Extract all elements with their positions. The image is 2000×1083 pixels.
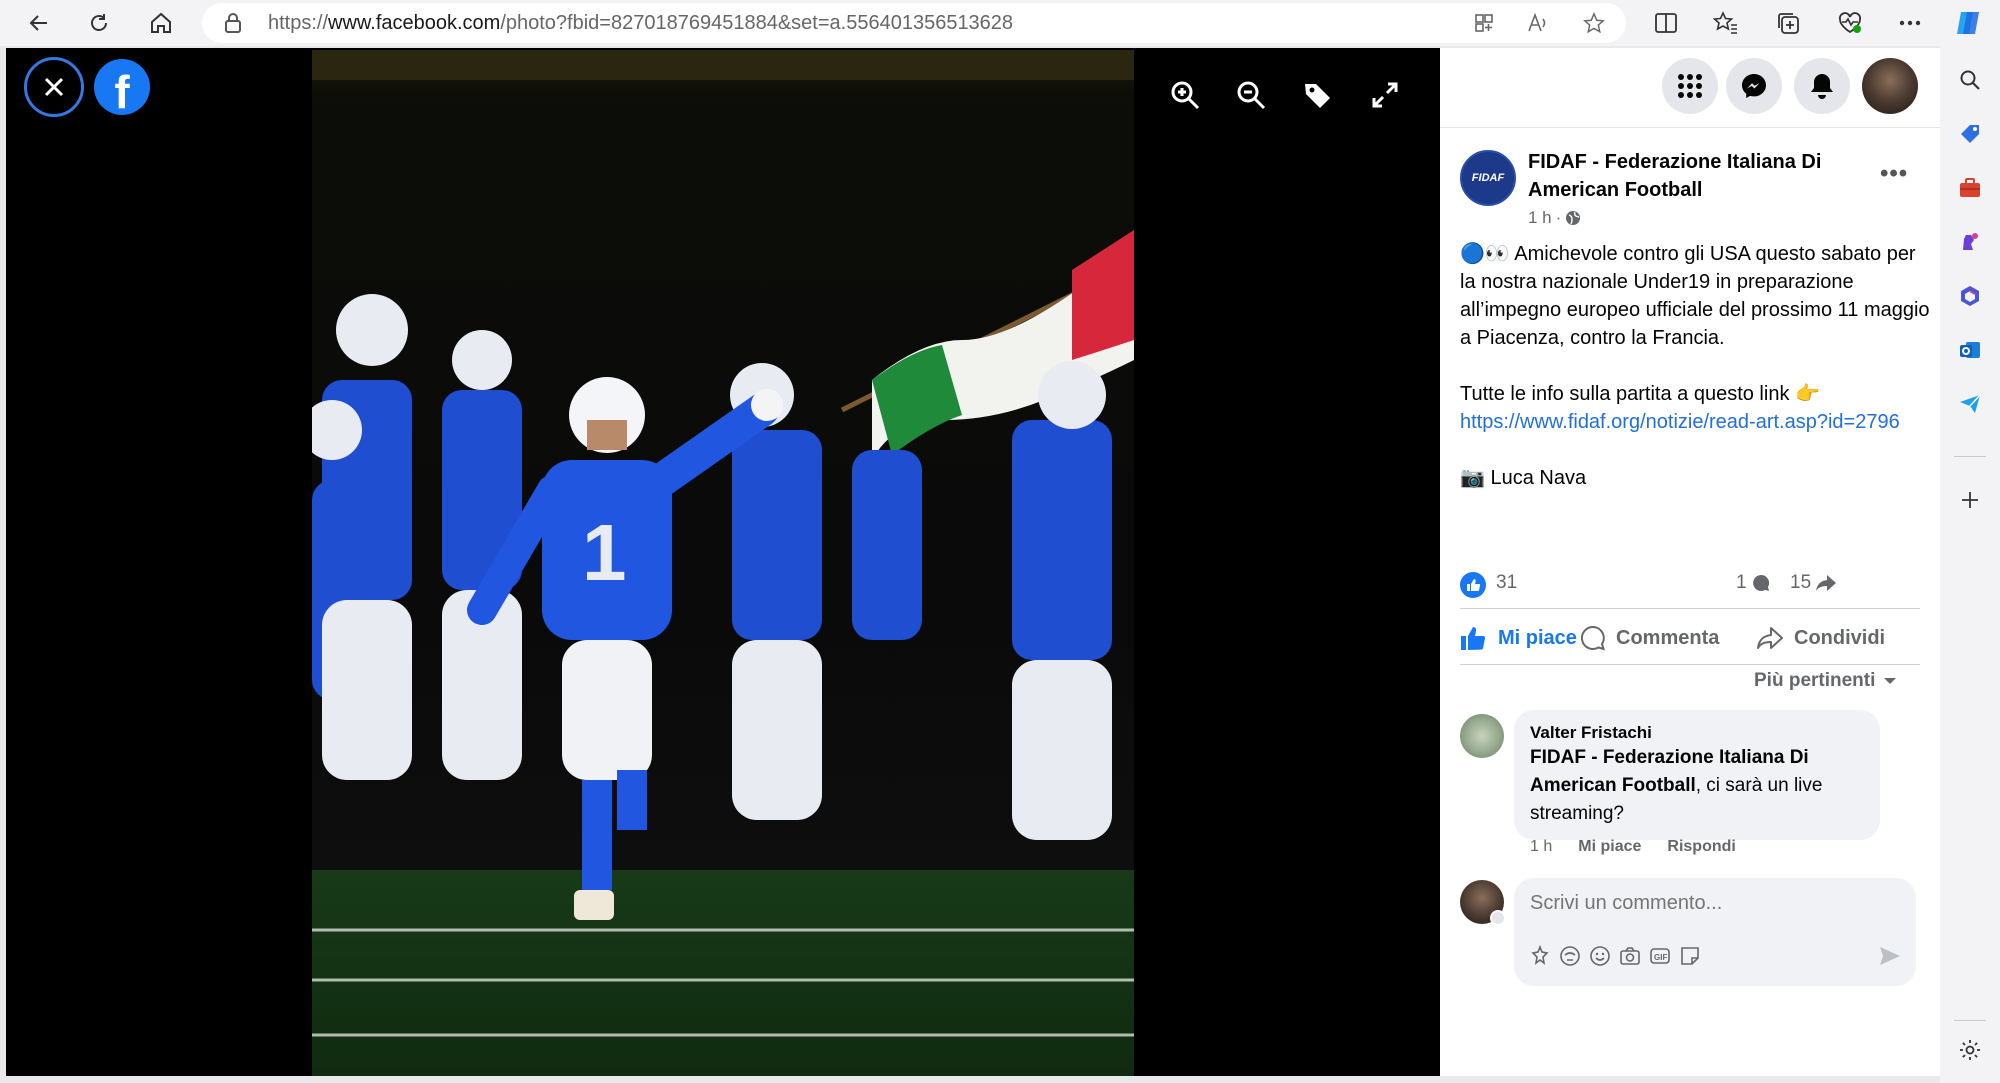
app-available-icon[interactable] bbox=[1472, 11, 1496, 35]
split-screen-icon[interactable] bbox=[1650, 7, 1682, 39]
football-team-photo: 1 bbox=[312, 50, 1134, 1076]
comment-sort-dropdown[interactable]: Più pertinenti bbox=[1754, 670, 1897, 692]
likes-count[interactable]: 31 bbox=[1496, 572, 1517, 594]
like-button[interactable]: Mi piace bbox=[1460, 620, 1577, 656]
tag-icon[interactable] bbox=[1300, 78, 1334, 112]
svg-text:GIF: GIF bbox=[1654, 953, 1667, 962]
bell-icon bbox=[1811, 74, 1833, 99]
back-icon[interactable] bbox=[22, 6, 56, 40]
page-name[interactable]: FIDAF - Federazione Italiana Di American… bbox=[1528, 148, 1858, 204]
zoom-in-icon[interactable] bbox=[1168, 78, 1202, 112]
comment-time[interactable]: 1 h bbox=[1530, 838, 1552, 856]
globe-icon bbox=[1566, 211, 1581, 225]
share-arrow-icon bbox=[1816, 575, 1837, 591]
post-meta: 1 h · bbox=[1528, 208, 1581, 228]
camera-icon[interactable] bbox=[1618, 944, 1642, 968]
grid-icon bbox=[1678, 74, 1702, 98]
fullscreen-icon[interactable] bbox=[1368, 78, 1402, 112]
post-time[interactable]: 1 h bbox=[1528, 208, 1552, 228]
more-menu-icon[interactable] bbox=[1894, 7, 1926, 39]
my-avatar[interactable] bbox=[1460, 880, 1506, 926]
games-icon[interactable] bbox=[1956, 228, 1984, 256]
shopping-tag-icon[interactable] bbox=[1956, 120, 1984, 148]
comment-button[interactable]: Commenta bbox=[1580, 620, 1719, 656]
photo-viewer: 1 f bbox=[6, 48, 1440, 1076]
settings-icon[interactable] bbox=[1956, 1036, 1984, 1064]
shares-count[interactable]: 15 bbox=[1790, 572, 1837, 594]
post-paragraph: 🔵👀 Amichevole contro gli USA questo saba… bbox=[1460, 243, 1930, 349]
chevron-down-icon bbox=[1884, 678, 1897, 684]
post-paragraph: Tutte le info sulla partita a questo lin… bbox=[1460, 383, 1900, 433]
zoom-out-icon[interactable] bbox=[1234, 78, 1268, 112]
send-icon[interactable] bbox=[1956, 390, 1984, 418]
search-icon[interactable] bbox=[1956, 66, 1984, 94]
home-icon[interactable] bbox=[144, 6, 178, 40]
tools-briefcase-icon[interactable] bbox=[1956, 174, 1984, 202]
share-button[interactable]: Condividi bbox=[1756, 620, 1885, 656]
post-photo[interactable]: 1 bbox=[312, 50, 1134, 1076]
header-icons bbox=[1440, 48, 1940, 128]
comment-icon bbox=[1581, 625, 1605, 651]
comment-actions: 1 h Mi piace Rispondi bbox=[1530, 838, 1736, 856]
facebook-logo[interactable]: f bbox=[94, 59, 150, 118]
comment-bubble-icon bbox=[1752, 574, 1769, 591]
collections-icon[interactable] bbox=[1772, 7, 1804, 39]
more-options-icon[interactable]: ••• bbox=[1880, 160, 1908, 188]
comment-like-link[interactable]: Mi piace bbox=[1578, 838, 1641, 856]
sticker-icon[interactable] bbox=[1678, 944, 1702, 968]
copilot-icon[interactable] bbox=[1952, 7, 1984, 39]
comment-reply-link[interactable]: Rispondi bbox=[1667, 838, 1735, 856]
notifications-button[interactable] bbox=[1794, 58, 1850, 114]
add-icon[interactable] bbox=[1956, 486, 1984, 514]
post-link[interactable]: https://www.fidaf.org/notizie/read-art.a… bbox=[1460, 411, 1900, 433]
write-comment-box[interactable]: GIF bbox=[1514, 878, 1916, 986]
photo-credit: 📷 Luca Nava bbox=[1460, 467, 1587, 489]
sidebar-divider bbox=[1954, 1020, 1986, 1021]
browser-toolbar: https://www.facebook.com/photo?fbid=8270… bbox=[0, 0, 2000, 46]
comment-input[interactable] bbox=[1530, 892, 1890, 915]
sidebar-divider bbox=[1954, 456, 1986, 457]
avatar-sticker-icon[interactable] bbox=[1528, 944, 1552, 968]
read-aloud-icon[interactable] bbox=[1526, 11, 1550, 35]
post-panel: FIDAF FIDAF - Federazione Italiana Di Am… bbox=[1440, 48, 1940, 1076]
divider bbox=[1460, 664, 1920, 665]
svg-text:1: 1 bbox=[582, 508, 627, 597]
reactions-bar: 31 1 15 bbox=[1460, 564, 1920, 604]
comments-count[interactable]: 1 bbox=[1736, 572, 1771, 594]
address-bar[interactable]: https://www.facebook.com/photo?fbid=8270… bbox=[202, 3, 1626, 43]
comment-bubble: Valter Fristachi FIDAF - Federazione Ita… bbox=[1514, 710, 1880, 840]
thumbs-up-icon bbox=[1461, 627, 1486, 650]
favorite-star-icon[interactable] bbox=[1582, 11, 1606, 35]
close-icon[interactable] bbox=[42, 75, 66, 99]
post-text: 🔵👀 Amichevole contro gli USA questo saba… bbox=[1460, 240, 1930, 520]
messenger-icon bbox=[1742, 74, 1766, 98]
refresh-icon[interactable] bbox=[82, 6, 116, 40]
commenter-avatar[interactable] bbox=[1460, 714, 1504, 758]
messenger-button[interactable] bbox=[1726, 58, 1782, 114]
divider bbox=[1460, 608, 1920, 609]
avatar-icon[interactable] bbox=[1558, 944, 1582, 968]
like-reaction-icon[interactable] bbox=[1460, 572, 1486, 598]
close-button[interactable] bbox=[24, 57, 84, 117]
account-avatar[interactable] bbox=[1862, 58, 1918, 114]
comment-text: FIDAF - Federazione Italiana Di American… bbox=[1530, 747, 1823, 824]
share-icon bbox=[1757, 627, 1783, 649]
gif-icon[interactable]: GIF bbox=[1648, 944, 1672, 968]
outlook-icon[interactable] bbox=[1956, 336, 1984, 364]
menu-grid-button[interactable] bbox=[1662, 58, 1718, 114]
comment-author[interactable]: Valter Fristachi bbox=[1530, 722, 1864, 744]
avatar-badge bbox=[1490, 910, 1506, 926]
page-avatar[interactable]: FIDAF bbox=[1460, 150, 1516, 206]
send-comment-icon[interactable] bbox=[1878, 944, 1902, 968]
browser-essentials-icon[interactable] bbox=[1834, 7, 1866, 39]
edge-sidebar bbox=[1940, 46, 2000, 1083]
url-text: https://www.facebook.com/photo?fbid=8270… bbox=[268, 12, 1014, 34]
favorites-icon[interactable] bbox=[1710, 7, 1742, 39]
separator-dot: · bbox=[1555, 208, 1562, 227]
emoji-icon[interactable] bbox=[1588, 944, 1612, 968]
microsoft365-icon[interactable] bbox=[1956, 282, 1984, 310]
lock-icon[interactable] bbox=[224, 13, 242, 38]
